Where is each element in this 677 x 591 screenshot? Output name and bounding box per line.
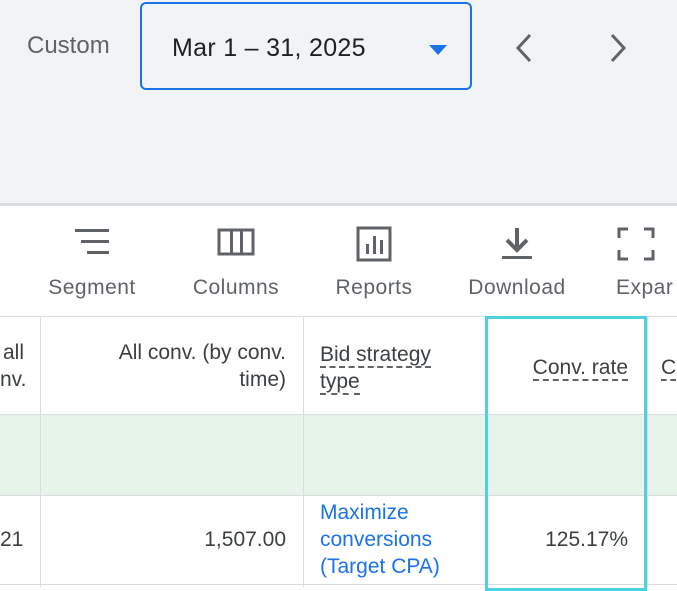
chevron-right-icon <box>610 33 627 63</box>
bid-strategy-link[interactable]: Maximize conversions (Target CPA) <box>320 499 440 580</box>
conv-rate-column-highlight <box>485 316 647 591</box>
reports-icon <box>356 226 392 262</box>
link-line: conversions <box>320 528 433 551</box>
link-line: Maximize <box>320 501 409 524</box>
expand-label: Expar <box>616 276 674 299</box>
header-line: time) <box>239 368 286 391</box>
previous-period-button[interactable] <box>510 30 540 66</box>
segment-button[interactable]: Segment <box>42 226 142 300</box>
column-divider <box>647 316 648 587</box>
download-label: Download <box>468 276 566 299</box>
cell-all-conv-by-time: 1,507.00 <box>204 528 286 551</box>
cell-all-conv: 21 <box>0 528 24 551</box>
segment-icon <box>75 229 109 254</box>
header-line: type <box>320 370 360 395</box>
expand-button[interactable]: Expar <box>616 226 677 300</box>
next-period-button[interactable] <box>602 30 632 66</box>
column-header-all-conv-by-time[interactable]: All conv. (by conv. time) <box>60 339 286 393</box>
header-line: Bid strategy <box>320 343 431 368</box>
download-icon <box>502 228 532 259</box>
columns-label: Columns <box>192 276 280 299</box>
link-line: (Target CPA) <box>320 555 440 578</box>
download-button[interactable]: Download <box>462 226 572 300</box>
segment-label: Segment <box>48 276 136 299</box>
header-line: C <box>661 356 677 381</box>
column-header-next[interactable]: C <box>661 354 677 381</box>
columns-icon <box>217 228 255 256</box>
header-line: All conv. (by conv. <box>118 341 286 364</box>
reports-button[interactable]: Reports <box>324 226 424 300</box>
column-header-all-conv[interactable]: all nv. <box>0 339 27 393</box>
toolbar-divider <box>0 203 677 206</box>
chevron-left-icon <box>515 33 532 63</box>
date-range-bar: Custom Mar 1 – 31, 2025 <box>0 0 677 203</box>
dropdown-caret-icon <box>429 45 447 55</box>
column-divider <box>303 316 304 587</box>
date-range-value: Mar 1 – 31, 2025 <box>172 34 366 62</box>
fullscreen-icon <box>617 227 655 261</box>
columns-button[interactable]: Columns <box>186 226 286 300</box>
header-line: all <box>2 341 24 364</box>
date-range-dropdown[interactable]: Mar 1 – 31, 2025 <box>140 2 472 90</box>
reports-label: Reports <box>335 276 413 299</box>
header-line: nv. <box>0 368 27 391</box>
column-divider <box>40 316 41 587</box>
date-mode-label: Custom <box>27 32 110 59</box>
column-header-bid-strategy-type[interactable]: Bid strategy type <box>320 341 431 395</box>
